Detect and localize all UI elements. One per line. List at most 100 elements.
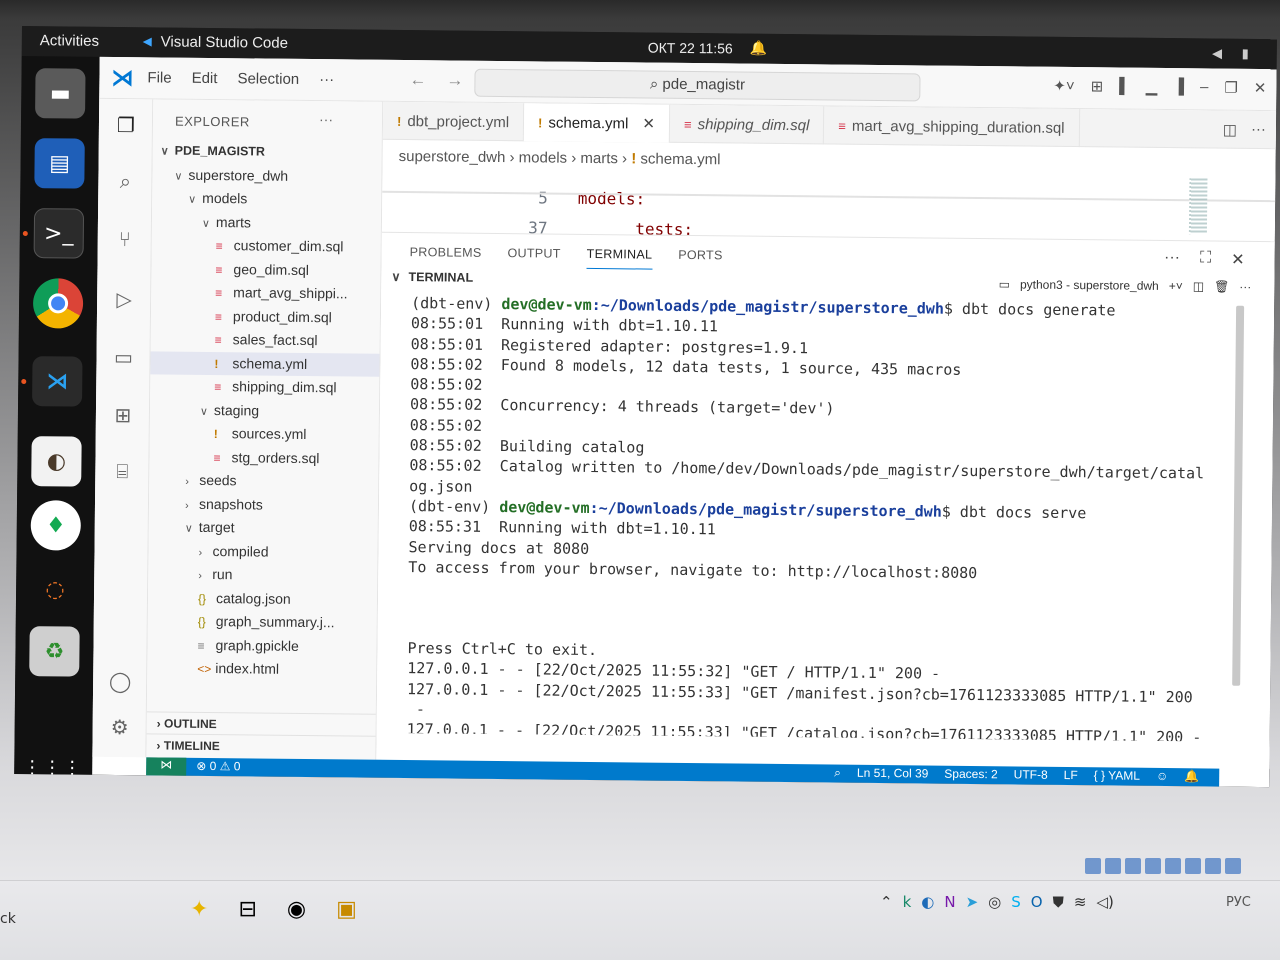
timeline-section[interactable]: › TIMELINE: [146, 733, 376, 758]
tree-item[interactable]: ≡ customer_dim.sql: [152, 233, 381, 259]
volume-icon[interactable]: ◁): [1096, 893, 1113, 911]
database-icon[interactable]: ⌸: [107, 461, 137, 491]
tab-ports[interactable]: PORTS: [678, 236, 723, 270]
tray-app-icon[interactable]: [1185, 858, 1201, 874]
shell-name[interactable]: python3 - superstore_dwh: [1020, 277, 1159, 292]
explorer-icon[interactable]: ❐: [111, 113, 141, 143]
tree-root[interactable]: ∨ PDE_MAGISTR: [153, 139, 382, 165]
outline-section[interactable]: › OUTLINE: [146, 711, 376, 736]
panel-more-icon[interactable]: ···: [1164, 249, 1180, 269]
tree-item[interactable]: › snapshots: [149, 492, 378, 518]
editor-tab[interactable]: ≡ mart_avg_shipping_duration.sql: [824, 106, 1080, 148]
copilot-icon[interactable]: ✦˅: [1053, 77, 1075, 95]
account-icon[interactable]: ◯: [105, 669, 135, 699]
input-language[interactable]: РУС: [1226, 895, 1251, 910]
toggle-panel-icon[interactable]: ▁: [1146, 78, 1158, 96]
onenote-icon[interactable]: N: [944, 893, 955, 911]
menu-file[interactable]: File: [147, 69, 171, 86]
new-terminal-icon[interactable]: +˅: [1169, 279, 1183, 293]
edge-icon[interactable]: ◐: [921, 893, 934, 911]
editor-tab[interactable]: ! dbt_project.yml: [382, 101, 525, 142]
maximize-panel-icon[interactable]: ⛶: [1200, 249, 1211, 269]
chrome-icon[interactable]: [32, 278, 84, 329]
dbeaver-icon[interactable]: ◐: [31, 436, 82, 487]
editor-tab[interactable]: ≡ shipping_dim.sql: [669, 104, 825, 145]
tab-output[interactable]: OUTPUT: [507, 234, 561, 269]
split-editor-icon[interactable]: ◫: [1223, 121, 1237, 139]
vscode-icon[interactable]: ⋊: [32, 356, 83, 407]
tree-item[interactable]: ! sources.yml: [150, 421, 379, 447]
tree-item[interactable]: ≡ sales_fact.sql: [151, 327, 380, 353]
cursor-position[interactable]: Ln 51, Col 39: [857, 766, 929, 782]
explorer-more-icon[interactable]: ···: [319, 111, 333, 127]
minimize-icon[interactable]: –: [1200, 78, 1209, 96]
tray-app-icon[interactable]: [1145, 858, 1161, 874]
tree-item[interactable]: › compiled: [148, 539, 377, 565]
tray-chevron-icon[interactable]: ⌃: [880, 893, 893, 911]
close-panel-icon[interactable]: ✕: [1231, 250, 1245, 270]
trash-icon[interactable]: ♻: [29, 626, 80, 677]
tree-item[interactable]: ≡ shipping_dim.sql: [150, 374, 379, 400]
task-view-icon[interactable]: ⊟: [238, 897, 256, 922]
tray-app-icon[interactable]: [1085, 858, 1101, 874]
indentation[interactable]: Spaces: 2: [944, 767, 998, 783]
more-actions-icon[interactable]: ···: [1251, 121, 1266, 139]
code-view[interactable]: 5 models: 37 tests:: [382, 168, 1276, 239]
extensions-icon[interactable]: ⊞: [108, 403, 138, 433]
encoding[interactable]: UTF-8: [1014, 767, 1048, 782]
clock[interactable]: ОКТ 22 11:56: [648, 40, 733, 57]
tray-app-icon[interactable]: [1205, 858, 1221, 874]
breadcrumb-item[interactable]: superstore_dwh: [399, 148, 506, 166]
tray-app-icon[interactable]: [1125, 858, 1141, 874]
chrome-tray-icon[interactable]: ◎: [988, 893, 1001, 911]
virtualbox-icon[interactable]: ▣: [336, 897, 357, 922]
vm-app-icon[interactable]: ◉: [287, 897, 306, 922]
zoom-icon[interactable]: ⌕: [834, 766, 841, 781]
tree-item[interactable]: › seeds: [149, 468, 378, 494]
tree-item[interactable]: {} catalog.json: [148, 586, 377, 612]
tree-item[interactable]: ! schema.yml: [150, 350, 380, 377]
activities-button[interactable]: Activities: [40, 32, 99, 50]
breadcrumb-item[interactable]: marts: [580, 150, 618, 167]
writer-icon[interactable]: ▤: [34, 138, 85, 189]
menu-edit[interactable]: Edit: [192, 70, 218, 87]
restore-icon[interactable]: ❐: [1224, 79, 1238, 97]
telegram-icon[interactable]: ➤: [966, 893, 979, 911]
source-control-icon[interactable]: ⑂: [110, 229, 140, 259]
tray-app-icon[interactable]: [1105, 858, 1121, 874]
split-terminal-icon[interactable]: ◫: [1193, 279, 1204, 293]
show-apps-icon[interactable]: ⋮⋮⋮: [23, 742, 83, 787]
language-mode[interactable]: { } YAML: [1094, 768, 1140, 783]
tree-item[interactable]: ∨ superstore_dwh: [152, 163, 381, 189]
kaspersky-icon[interactable]: k: [903, 893, 912, 911]
toggle-sidebar-icon[interactable]: ▌: [1119, 77, 1130, 95]
remote-indicator-icon[interactable]: ⋈: [146, 757, 187, 776]
system-tray-icons[interactable]: ◀ ▮: [1212, 45, 1257, 61]
tree-item[interactable]: ≡ product_dim.sql: [151, 304, 380, 330]
tree-item[interactable]: › run: [148, 562, 377, 588]
settings-gear-icon[interactable]: ⚙: [104, 715, 134, 745]
breadcrumb-item[interactable]: models: [519, 149, 568, 167]
tab-problems[interactable]: PROBLEMS: [409, 233, 482, 268]
notifications-bell-icon[interactable]: 🔔: [1184, 769, 1199, 784]
files-icon[interactable]: ▬: [35, 68, 86, 119]
copilot-status-icon[interactable]: ☺: [1156, 769, 1168, 784]
tree-item[interactable]: ∨ staging: [150, 398, 379, 424]
menu-selection[interactable]: Selection: [237, 70, 299, 88]
forward-arrow-icon[interactable]: →: [446, 70, 463, 90]
close-window-icon[interactable]: ✕: [1254, 79, 1267, 97]
problems-count[interactable]: ⊗ 0 ⚠ 0: [196, 759, 240, 773]
skype-icon[interactable]: S: [1011, 893, 1021, 911]
outlook-icon[interactable]: O: [1031, 893, 1043, 911]
tree-item[interactable]: ∨ marts: [152, 210, 381, 236]
mongodb-compass-icon[interactable]: ♦: [30, 500, 82, 551]
run-debug-icon[interactable]: ▷: [109, 287, 139, 317]
tree-item[interactable]: ≡ mart_avg_shippi...: [151, 280, 380, 306]
minimap[interactable]: [1188, 178, 1208, 235]
command-center-search[interactable]: ⌕ pde_magistr: [474, 68, 921, 102]
chevron-down-icon[interactable]: ∨: [391, 270, 400, 284]
tree-item[interactable]: ≡ graph.gpickle: [147, 633, 376, 659]
wifi-icon[interactable]: ≋: [1074, 893, 1087, 911]
close-tab-icon[interactable]: ✕: [642, 115, 655, 133]
terminal-icon[interactable]: >_: [33, 208, 85, 259]
